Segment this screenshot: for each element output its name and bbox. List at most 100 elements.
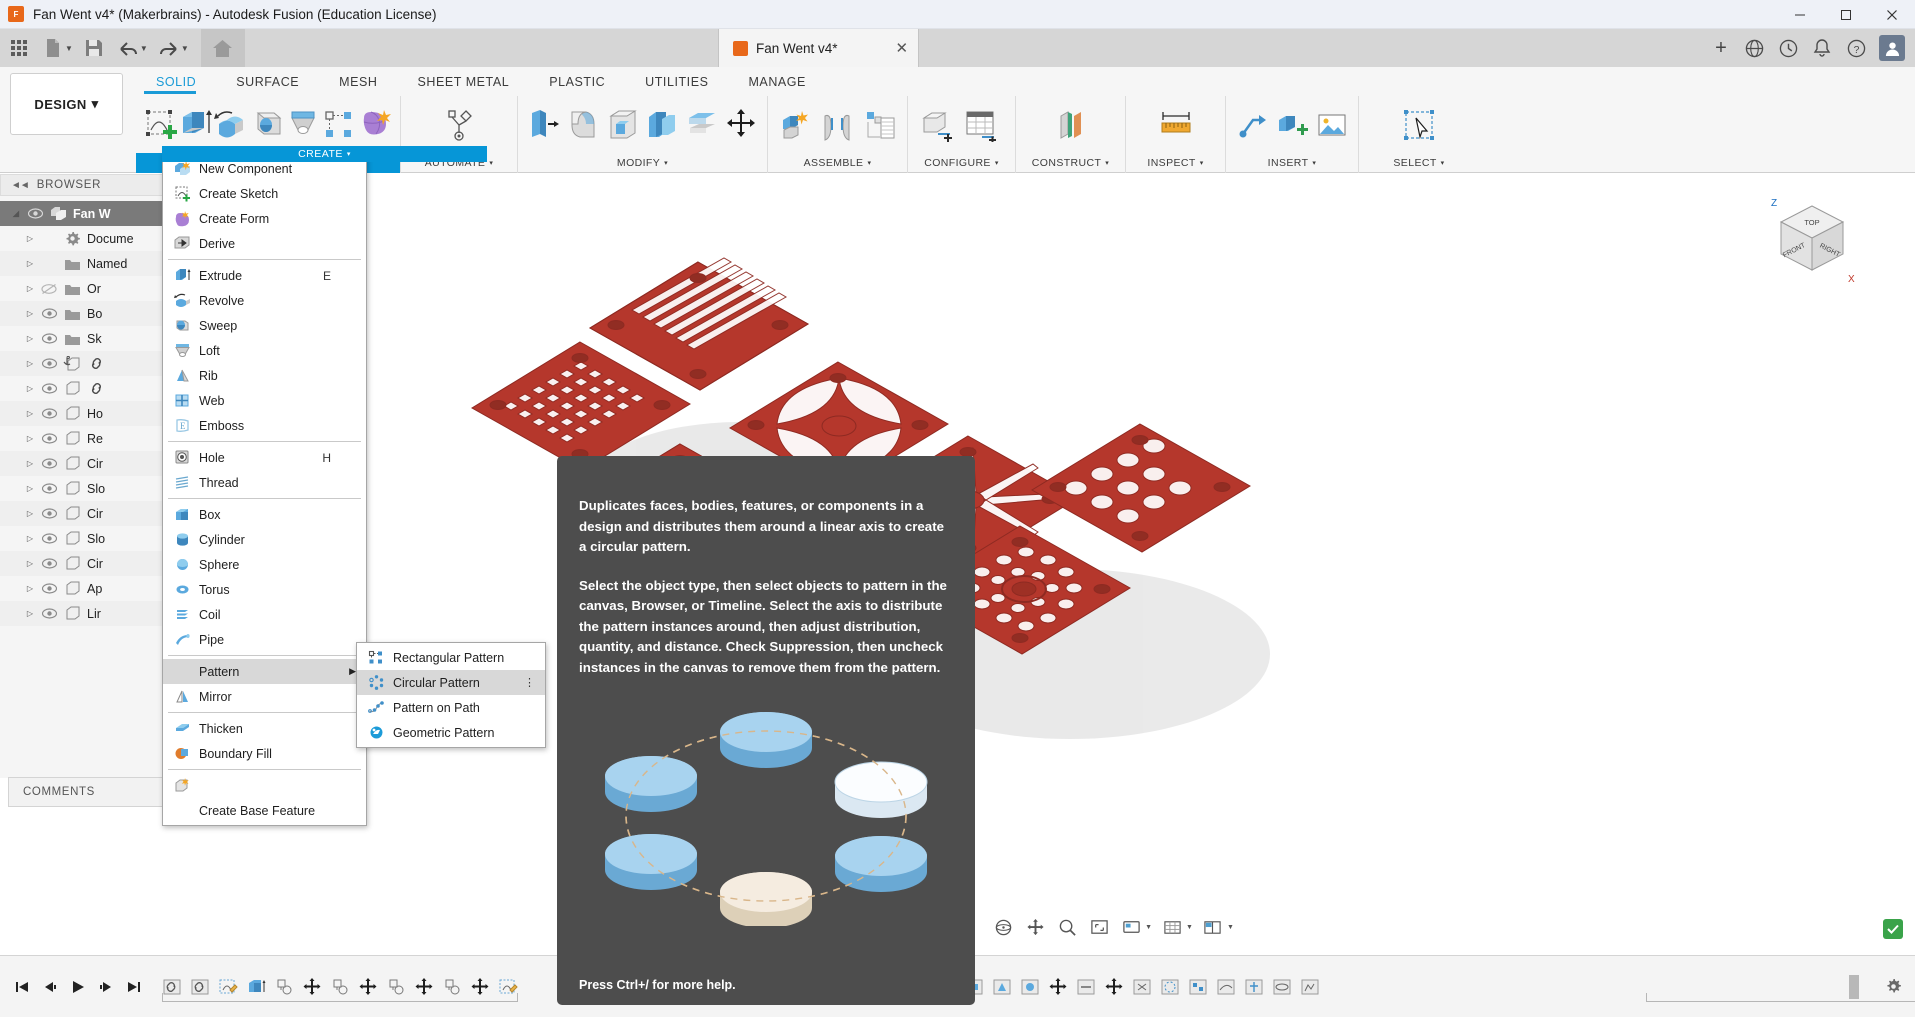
menu-item-sphere[interactable]: Sphere	[163, 552, 366, 577]
automate-icon[interactable]	[437, 102, 481, 148]
undo-icon[interactable]	[113, 33, 143, 63]
expand-arrow-icon[interactable]: ▷	[22, 384, 38, 393]
menu-item-create-form[interactable]: Create Form	[163, 206, 366, 231]
expand-arrow-icon[interactable]: ▷	[22, 334, 38, 343]
revolve-icon[interactable]	[214, 102, 250, 148]
panel-configure-label[interactable]: CONFIGURE ▾	[908, 153, 1015, 173]
viewports-icon[interactable]	[1200, 914, 1226, 940]
viewports-caret-icon[interactable]: ▼	[1227, 924, 1234, 931]
grid-snaps-caret-icon[interactable]: ▼	[1186, 924, 1193, 931]
workspace-selector[interactable]: DESIGN ▾	[10, 73, 123, 135]
expand-arrow-icon[interactable]: ▷	[22, 609, 38, 618]
combine-icon[interactable]	[643, 102, 683, 148]
timeline-feature-r10[interactable]	[1072, 970, 1100, 1004]
zoom-icon[interactable]	[1054, 914, 1080, 940]
expand-arrow-icon[interactable]: ▷	[22, 559, 38, 568]
help-icon[interactable]: ?	[1839, 31, 1873, 65]
redo-caret-icon[interactable]: ▼	[181, 44, 189, 53]
close-button[interactable]	[1869, 0, 1915, 29]
visibility-eye-icon[interactable]	[38, 608, 60, 619]
timeline-play-icon[interactable]	[64, 972, 92, 1002]
menu-item-loft[interactable]: Loft	[163, 338, 366, 363]
insert-canvas-icon[interactable]	[1312, 102, 1352, 148]
visibility-eye-icon[interactable]	[38, 558, 60, 569]
status-indicator-badge[interactable]	[1883, 919, 1903, 939]
pattern-icon[interactable]	[322, 102, 358, 148]
loft-icon[interactable]	[286, 102, 322, 148]
menu-item-thicken[interactable]: Thicken	[163, 716, 366, 741]
view-cube[interactable]: TOP FRONT RIGHT Z X	[1765, 194, 1860, 289]
expand-arrow-icon[interactable]: ▷	[22, 459, 38, 468]
menu-item-sweep[interactable]: Sweep	[163, 313, 366, 338]
visibility-eye-icon[interactable]	[38, 358, 60, 369]
maximize-button[interactable]	[1823, 0, 1869, 29]
design-canvas[interactable]: TOP FRONT RIGHT Z X	[310, 174, 1915, 945]
panel-modify-label[interactable]: MODIFY ▾	[518, 153, 767, 173]
panel-assemble-label[interactable]: ASSEMBLE ▾	[768, 153, 907, 173]
extrude-icon[interactable]	[178, 102, 214, 148]
timeline-feature-r18[interactable]	[1296, 970, 1324, 1004]
timeline-feature-r16[interactable]	[1240, 970, 1268, 1004]
timeline-feature-r7[interactable]	[988, 970, 1016, 1004]
submenu-item-circular-pattern[interactable]: Circular Pattern ⋮	[357, 670, 545, 695]
timeline-feature-r14[interactable]	[1184, 970, 1212, 1004]
timeline-step-back-icon[interactable]	[36, 972, 64, 1002]
visibility-eye-icon[interactable]	[38, 383, 60, 394]
new-document-caret-icon[interactable]: ▼	[65, 44, 73, 53]
orbit-icon[interactable]	[990, 914, 1016, 940]
globe-icon[interactable]	[1737, 31, 1771, 65]
display-settings-icon[interactable]	[1118, 914, 1144, 940]
timeline-feature-r13[interactable]	[1156, 970, 1184, 1004]
clock-history-icon[interactable]	[1771, 31, 1805, 65]
menu-item-hole[interactable]: Hole H	[163, 445, 366, 470]
menu-item-box[interactable]: Box	[163, 502, 366, 527]
expand-arrow-icon[interactable]: ▷	[22, 409, 38, 418]
tab-utilities[interactable]: UTILITIES	[625, 71, 728, 93]
tab-mesh[interactable]: MESH	[319, 71, 397, 93]
shell-icon[interactable]	[603, 102, 643, 148]
timeline-go-to-start-icon[interactable]	[8, 972, 36, 1002]
align-icon[interactable]	[682, 102, 722, 148]
timeline-go-to-end-icon[interactable]	[120, 972, 148, 1002]
collapse-browser-icon[interactable]: ◄◄	[1, 180, 37, 191]
expand-arrow-icon[interactable]: ▷	[22, 259, 38, 268]
pan-icon[interactable]	[1022, 914, 1048, 940]
menu-item-extrude[interactable]: Extrude E	[163, 263, 366, 288]
visibility-eye-icon[interactable]	[38, 433, 60, 444]
display-settings-caret-icon[interactable]: ▼	[1145, 924, 1152, 931]
configure-table-icon[interactable]	[958, 102, 1002, 148]
visibility-eye-icon[interactable]	[38, 333, 60, 344]
visibility-eye-icon[interactable]	[38, 533, 60, 544]
tab-plastic[interactable]: PLASTIC	[529, 71, 625, 93]
visibility-eye-icon[interactable]	[38, 408, 60, 419]
visibility-eye-icon[interactable]	[38, 583, 60, 594]
timeline-feature-r17[interactable]	[1268, 970, 1296, 1004]
menu-item-revolve[interactable]: Revolve	[163, 288, 366, 313]
timeline-feature-r12[interactable]	[1128, 970, 1156, 1004]
menu-item-coil[interactable]: Coil	[163, 602, 366, 627]
press-pull-icon[interactable]	[524, 102, 564, 148]
visibility-eye-icon[interactable]	[38, 508, 60, 519]
expand-arrow-icon[interactable]: ▷	[22, 534, 38, 543]
expand-arrow-icon[interactable]: ▷	[22, 309, 38, 318]
timeline-feature-r11[interactable]	[1100, 970, 1128, 1004]
timeline-step-forward-icon[interactable]	[92, 972, 120, 1002]
expand-arrow-icon[interactable]: ▷	[22, 234, 38, 243]
visibility-eye-icon[interactable]	[38, 458, 60, 469]
menu-item-pipe[interactable]: Pipe	[163, 627, 366, 652]
configure-body-icon[interactable]	[914, 102, 958, 148]
new-component-assemble-icon[interactable]	[774, 102, 816, 148]
submenu-item-rectangular-pattern[interactable]: Rectangular Pattern	[357, 645, 545, 670]
select-cursor-icon[interactable]	[1397, 102, 1441, 148]
menu-item-emboss[interactable]: E Emboss	[163, 413, 366, 438]
panel-insert-label[interactable]: INSERT ▾	[1226, 153, 1358, 173]
create-form-icon[interactable]	[358, 102, 394, 148]
expand-arrow-icon[interactable]: ▷	[22, 484, 38, 493]
tab-manage[interactable]: MANAGE	[728, 71, 825, 93]
visibility-eye-icon[interactable]	[38, 483, 60, 494]
new-tab-button[interactable]: +	[1705, 37, 1737, 60]
home-button[interactable]	[200, 29, 245, 67]
expand-arrow-icon[interactable]: ▷	[22, 509, 38, 518]
visibility-eye-icon[interactable]	[24, 208, 46, 219]
timeline-feature-r9[interactable]	[1044, 970, 1072, 1004]
